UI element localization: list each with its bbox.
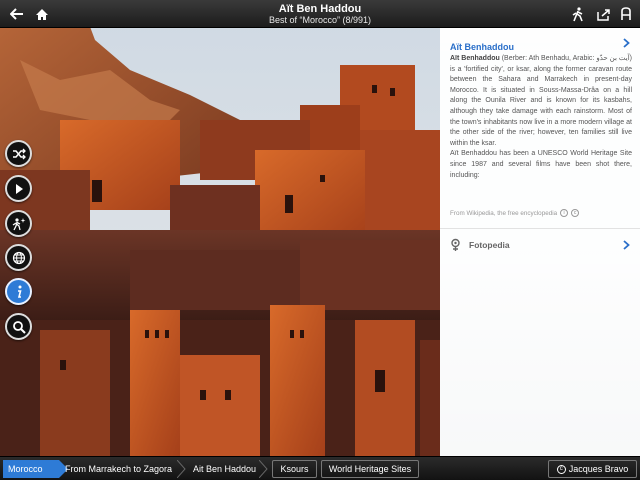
app-window: Aït Ben Haddou Best of “Morocco” (8/991) [0,0,640,480]
tag-world-heritage[interactable]: World Heritage Sites [321,460,419,478]
chevron-right-icon [623,240,630,250]
tag-ksours[interactable]: Ksours [272,460,317,478]
breadcrumb-arrow-icon [259,460,268,478]
description-bold-term: Aït Benhaddou [450,55,500,62]
info-panel: Aït Benhaddou Aït Benhaddou (Berber: Ath… [440,28,640,456]
copyright-icon: c [556,464,566,474]
page-title: Aït Ben Haddou [278,3,362,15]
wikipedia-source: From Wikipedia, the free encyclopedia i … [450,208,580,218]
nearby-button[interactable] [565,0,591,28]
map-button[interactable] [5,244,32,271]
breadcrumb-label: From Marrakech to Zagora [65,464,173,474]
description-paragraph-1: Aït Benhaddou (Berber: Ath Benhadu, Arab… [450,54,632,149]
person-sparkle-icon [12,217,25,230]
info-button[interactable] [5,278,32,305]
panel-divider [440,228,640,229]
home-button[interactable] [29,0,55,28]
text-size-button[interactable] [613,0,639,28]
breadcrumb-label: Ait Ben Haddou [193,464,257,474]
info-icon [17,285,22,298]
breadcrumb-route[interactable]: From Marrakech to Zagora [58,460,186,478]
description-paragraph-2: Aït Benhaddou has been a UNESCO World He… [450,150,632,179]
fotopedia-link[interactable]: Fotopedia [450,234,630,256]
photo-credit[interactable]: c Jacques Bravo [548,460,637,478]
person-sparkle-button[interactable] [5,210,32,237]
title-block: Aït Ben Haddou Best of “Morocco” (8/991) [180,3,460,26]
search-button[interactable] [5,313,32,340]
chevron-right-icon [623,38,630,48]
shuffle-button[interactable] [5,140,32,167]
globe-icon [12,251,25,264]
fotopedia-icon [451,238,460,251]
back-arrow-icon [10,8,23,20]
back-button[interactable] [4,0,30,28]
panel-description: Aït Benhaddou (Berber: Ath Benhadu, Arab… [450,54,632,181]
top-bar: Aït Ben Haddou Best of “Morocco” (8/991) [0,0,640,28]
breadcrumb-place[interactable]: Ait Ben Haddou [186,460,268,478]
page-subtitle: Best of “Morocco” (8/991) [268,15,372,25]
fotopedia-label: Fotopedia [469,240,510,250]
play-slideshow-button[interactable] [5,175,32,202]
panel-title: Aït Benhaddou [450,42,514,52]
breadcrumb-label: Morocco [8,464,43,474]
bottom-bar: Morocco From Marrakech to Zagora Ait Ben… [0,456,640,480]
play-icon [15,183,23,194]
search-icon [12,320,26,334]
creative-commons-icon[interactable]: c [571,209,580,217]
breadcrumb-morocco[interactable]: Morocco [3,460,68,478]
credit-name: Jacques Bravo [568,464,629,474]
panel-header[interactable]: Aït Benhaddou [450,37,630,52]
breadcrumb-arrow-icon [177,460,186,478]
shuffle-icon [12,148,26,159]
share-icon [596,8,610,21]
home-icon [36,8,48,20]
walking-person-icon [572,6,583,21]
info-small-icon[interactable]: i [560,209,569,217]
description-text: (Berber: Ath Benhadu, Arabic: آيت بن حدّ… [450,55,632,147]
source-text: From Wikipedia, the free encyclopedia [450,209,558,217]
text-size-icon [621,7,631,20]
